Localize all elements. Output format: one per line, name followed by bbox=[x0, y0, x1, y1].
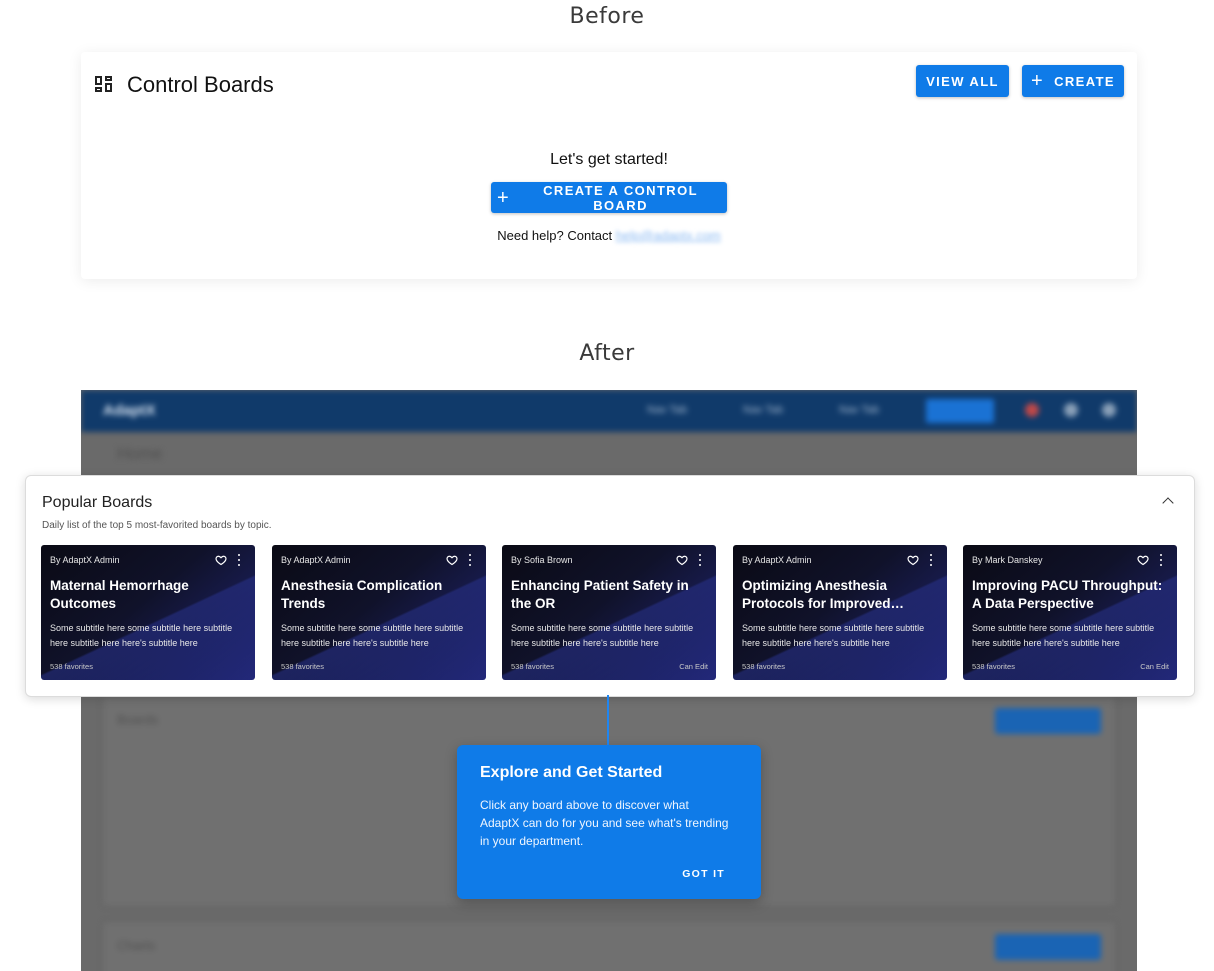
card-title: Anesthesia Complication Trends bbox=[281, 578, 443, 611]
heart-icon[interactable] bbox=[446, 554, 458, 566]
board-card[interactable]: By AdaptX Admin Optimizing Anesthesia Pr… bbox=[733, 545, 947, 680]
card-favorites: 538 favorites bbox=[50, 662, 93, 671]
heart-icon[interactable] bbox=[215, 554, 227, 566]
card-author: By AdaptX Admin bbox=[281, 555, 351, 565]
create-board-button[interactable] bbox=[995, 708, 1101, 734]
help-prefix: Need help? Contact bbox=[497, 228, 613, 243]
card-favorites: 538 favorites bbox=[281, 662, 324, 671]
board-card[interactable]: By AdaptX Admin Anesthesia Complication … bbox=[272, 545, 486, 680]
board-card[interactable]: By Mark Danskey Improving PACU Throughpu… bbox=[963, 545, 1177, 680]
board-card[interactable]: By AdaptX Admin Maternal Hemorrhage Outc… bbox=[41, 545, 255, 680]
app-navbar: AdaptX Nav Tab Nav Tab Nav Tab bbox=[81, 390, 1137, 432]
heart-icon[interactable] bbox=[1137, 554, 1149, 566]
home-title: Home bbox=[117, 444, 163, 463]
card-author: By AdaptX Admin bbox=[742, 555, 812, 565]
card-favorites: 538 favorites bbox=[511, 662, 554, 671]
card-favorites: 538 favorites bbox=[742, 662, 785, 671]
control-boards-header: Control Boards bbox=[95, 72, 274, 98]
page-title: Control Boards bbox=[127, 72, 274, 97]
nav-tab-3[interactable]: Nav Tab bbox=[839, 404, 879, 416]
more-options-icon[interactable] bbox=[468, 554, 472, 566]
tooltip-body: Click any board above to discover what A… bbox=[480, 798, 729, 848]
plus-icon: + bbox=[497, 186, 511, 209]
board-card[interactable]: By Sofia Brown Enhancing Patient Safety … bbox=[502, 545, 716, 680]
card-author: By Mark Danskey bbox=[972, 555, 1043, 565]
notification-icon[interactable] bbox=[1025, 403, 1039, 417]
after-heading: After bbox=[579, 341, 635, 366]
card-subtitle: Some subtitle here some subtitle here su… bbox=[281, 623, 464, 648]
settings-icon[interactable] bbox=[1102, 403, 1116, 417]
card-title: Improving PACU Throughput: A Data Perspe… bbox=[972, 578, 1163, 611]
help-text: Need help? Contact help@adaptx.com bbox=[81, 228, 1137, 243]
more-options-icon[interactable] bbox=[698, 554, 702, 566]
help-email-link[interactable]: help@adaptx.com bbox=[616, 228, 721, 243]
create-button[interactable]: + CREATE bbox=[1022, 65, 1124, 97]
onboarding-tooltip: Explore and Get Started Click any board … bbox=[457, 745, 761, 899]
charts-panel: Charts bbox=[103, 922, 1115, 971]
card-edit-status: Can Edit bbox=[679, 662, 708, 671]
boards-label: Boards bbox=[117, 712, 159, 727]
nav-tab-2[interactable]: Nav Tab bbox=[743, 404, 783, 416]
card-subtitle: Some subtitle here some subtitle here su… bbox=[50, 623, 233, 648]
got-it-button[interactable]: GOT IT bbox=[682, 868, 725, 880]
view-all-label: VIEW ALL bbox=[926, 73, 999, 89]
create-control-board-button[interactable]: + CREATE A CONTROL BOARD bbox=[491, 182, 727, 213]
more-options-icon[interactable] bbox=[929, 554, 933, 566]
card-subtitle: Some subtitle here some subtitle here su… bbox=[742, 623, 925, 648]
charts-label: Charts bbox=[117, 938, 156, 953]
popular-boards-panel: Popular Boards Daily list of the top 5 m… bbox=[25, 475, 1195, 697]
tooltip-connector bbox=[607, 695, 609, 745]
card-title: Enhancing Patient Safety in the OR bbox=[511, 578, 689, 611]
app-logo: AdaptX bbox=[103, 402, 156, 419]
card-title: Maternal Hemorrhage Outcomes bbox=[50, 578, 189, 611]
card-subtitle: Some subtitle here some subtitle here su… bbox=[972, 623, 1155, 648]
more-options-icon[interactable] bbox=[1159, 554, 1163, 566]
nav-create-button[interactable] bbox=[926, 399, 994, 423]
card-edit-status: Can Edit bbox=[1140, 662, 1169, 671]
popular-boards-title: Popular Boards bbox=[42, 494, 153, 511]
card-author: By Sofia Brown bbox=[511, 555, 573, 565]
heart-icon[interactable] bbox=[907, 554, 919, 566]
control-boards-card: Control Boards VIEW ALL + CREATE Let's g… bbox=[81, 52, 1137, 279]
empty-state-text: Let's get started! bbox=[550, 151, 668, 168]
chevron-up-icon[interactable] bbox=[1162, 497, 1174, 509]
card-title: Optimizing Anesthesia Protocols for Impr… bbox=[742, 578, 891, 611]
nav-tab-1[interactable]: Nav Tab bbox=[647, 404, 687, 416]
more-options-icon[interactable] bbox=[237, 554, 241, 566]
plus-icon: + bbox=[1031, 70, 1045, 92]
card-favorites: 538 favorites bbox=[972, 662, 1015, 671]
dashboard-icon bbox=[95, 76, 113, 94]
help-icon[interactable] bbox=[1064, 403, 1078, 417]
create-label: CREATE bbox=[1054, 73, 1115, 89]
card-subtitle: Some subtitle here some subtitle here su… bbox=[511, 623, 694, 648]
popular-boards-subtitle: Daily list of the top 5 most-favorited b… bbox=[42, 520, 272, 531]
before-heading: Before bbox=[569, 4, 645, 29]
view-all-button[interactable]: VIEW ALL bbox=[916, 65, 1009, 97]
heart-icon[interactable] bbox=[676, 554, 688, 566]
tooltip-title: Explore and Get Started bbox=[480, 764, 663, 781]
card-author: By AdaptX Admin bbox=[50, 555, 120, 565]
create-chart-button[interactable] bbox=[995, 934, 1101, 960]
create-control-board-label: CREATE A CONTROL BOARD bbox=[543, 182, 698, 213]
